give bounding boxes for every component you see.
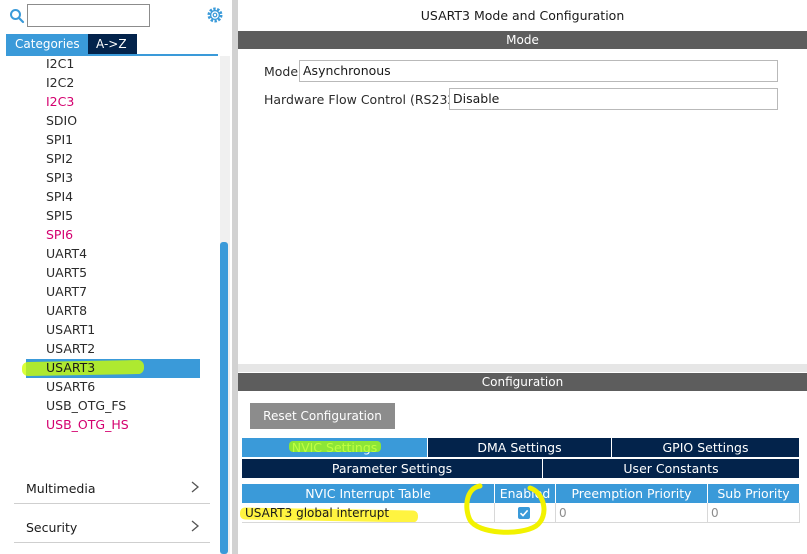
category-tabs: Categories A->Z (6, 34, 137, 54)
interrupt-name: USART3 global interrupt (245, 506, 390, 520)
group-label: Security (26, 520, 78, 535)
sidebar-item-i2c2[interactable]: I2C2 (46, 73, 74, 92)
scrollbar-thumb[interactable] (220, 242, 228, 554)
table-cell-preemption[interactable]: 0 (556, 503, 708, 523)
tab-a-z[interactable]: A->Z (88, 34, 137, 54)
sidebar-item-spi3[interactable]: SPI3 (46, 168, 73, 187)
tab-categories[interactable]: Categories (6, 34, 88, 54)
group-label: Multimedia (26, 481, 96, 496)
chevron-right-icon (191, 520, 200, 532)
tab-dma-settings[interactable]: DMA Settings (428, 438, 612, 457)
reset-configuration-button[interactable]: Reset Configuration (250, 403, 395, 429)
sidebar-item-uart8[interactable]: UART8 (46, 301, 87, 320)
peripheral-list: I2C1 I2C2 I2C3 SDIO SPI1 SPI2 SPI3 SPI4 SPI5 SPI6… (0, 56, 220, 436)
sidebar-item-spi4[interactable]: SPI4 (46, 187, 73, 206)
tab-gpio-settings[interactable]: GPIO Settings (612, 438, 800, 457)
enabled-checkbox[interactable] (518, 507, 530, 519)
sidebar-item-uart7[interactable]: UART7 (46, 282, 87, 301)
mode-select[interactable]: Asynchronous (299, 60, 778, 82)
mode-header: Mode (238, 31, 807, 49)
table-cell-interrupt-name: USART3 global interrupt (242, 503, 495, 523)
sidebar-item-uart5[interactable]: UART5 (46, 263, 87, 282)
sidebar-item-spi2[interactable]: SPI2 (46, 149, 73, 168)
group-multimedia[interactable]: Multimedia (14, 472, 210, 504)
column-header-enabled: Enabled (495, 484, 556, 503)
sidebar-item-i2c1[interactable]: I2C1 (46, 56, 74, 73)
search-row (0, 0, 232, 32)
sidebar-item-usart3[interactable]: USART3 (46, 358, 95, 377)
mode-label: Mode (264, 64, 299, 79)
search-input[interactable] (27, 4, 150, 27)
flow-control-label: Hardware Flow Control (RS232) (264, 92, 461, 107)
chevron-right-icon (191, 481, 200, 493)
sidebar-item-usart6[interactable]: USART6 (46, 377, 95, 396)
column-header-interrupt: NVIC Interrupt Table (242, 484, 495, 503)
left-panel: Categories A->Z I2C1 I2C2 I2C3 SDIO SPI1 SPI2… (0, 0, 232, 554)
flow-control-select[interactable]: Disable (449, 88, 778, 110)
column-header-sub-priority: Sub Priority (708, 484, 800, 503)
sidebar-item-usart1[interactable]: USART1 (46, 320, 95, 339)
page-title: USART3 Mode and Configuration (420, 8, 625, 23)
tab-user-constants[interactable]: User Constants (543, 459, 800, 478)
sidebar-item-usb-otg-fs[interactable]: USB_OTG_FS (46, 396, 126, 415)
table-cell-sub-priority[interactable]: 0 (708, 503, 800, 523)
sidebar-item-usb-otg-hs[interactable]: USB_OTG_HS (46, 415, 129, 434)
sidebar-item-spi1[interactable]: SPI1 (46, 130, 73, 149)
sidebar-item-uart4[interactable]: UART4 (46, 244, 87, 263)
search-icon[interactable] (9, 8, 25, 24)
section-divider[interactable] (238, 364, 807, 372)
sidebar-item-usart2[interactable]: USART2 (46, 339, 95, 358)
group-security[interactable]: Security (14, 511, 210, 543)
yellow-highlight-mark (289, 441, 381, 452)
gear-icon[interactable] (206, 6, 224, 24)
column-header-preemption: Preemption Priority (556, 484, 708, 503)
configuration-header: Configuration (238, 373, 807, 391)
tab-parameter-settings[interactable]: Parameter Settings (242, 459, 543, 478)
sidebar-item-i2c3[interactable]: I2C3 (46, 92, 74, 111)
sidebar-item-sdio[interactable]: SDIO (46, 111, 77, 130)
sidebar-item-spi5[interactable]: SPI5 (46, 206, 73, 225)
check-icon (519, 509, 529, 517)
right-panel: USART3 Mode and Configuration Mode Mode … (238, 0, 807, 554)
sidebar-item-spi6[interactable]: SPI6 (46, 225, 73, 244)
